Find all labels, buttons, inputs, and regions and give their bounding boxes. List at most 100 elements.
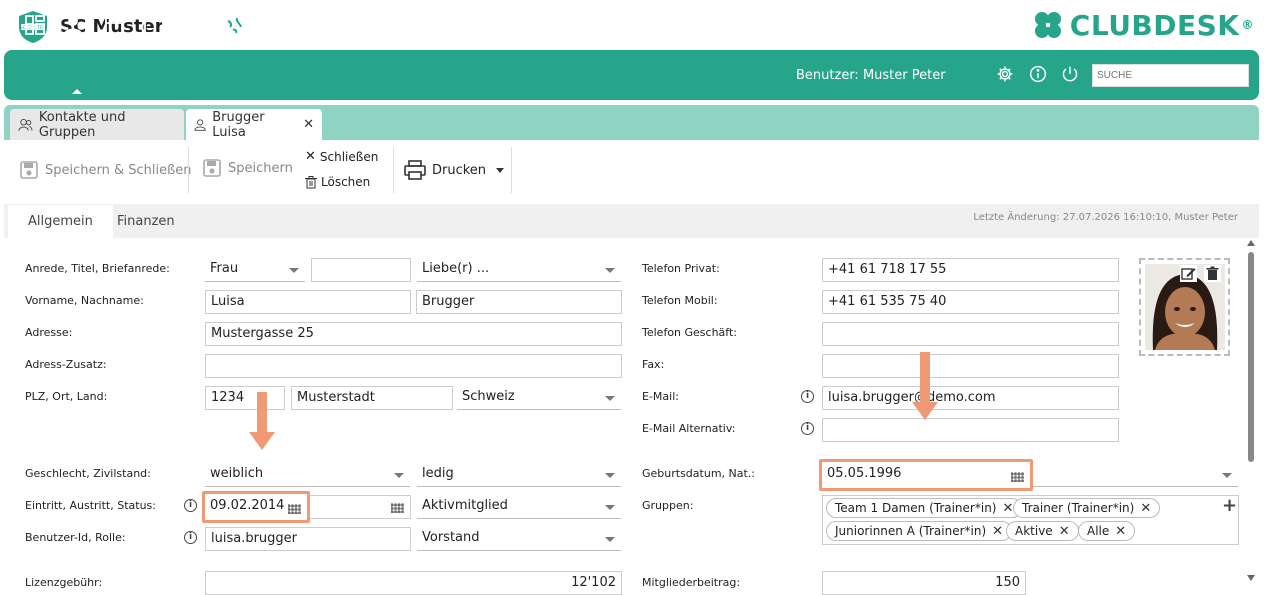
vorname-input[interactable]: Luisa <box>205 290 411 314</box>
trash-icon[interactable] <box>1204 265 1221 282</box>
clover-icon <box>1034 12 1061 38</box>
globe-icon[interactable] <box>223 14 245 36</box>
close-button[interactable]: ✕ Schließen <box>305 149 378 164</box>
eintritt-value: 09.02.2014 <box>210 498 285 513</box>
search-input[interactable] <box>1092 64 1249 87</box>
zusatz-label: Adress-Zusatz: <box>25 358 107 371</box>
email-alt-input[interactable] <box>822 418 1119 442</box>
mitglied-input[interactable]: 150 <box>822 571 1026 595</box>
trash-icon <box>305 175 317 188</box>
mail-icon[interactable] <box>183 14 205 36</box>
plz-input[interactable]: 1234 <box>205 386 285 410</box>
tel-privat-input[interactable]: +41 61 718 17 55 <box>822 258 1119 282</box>
group-chip-label: Team 1 Damen (Trainer*in) <box>835 501 997 515</box>
close-icon[interactable]: ✕ <box>303 117 314 132</box>
chevron-down-icon <box>496 167 505 173</box>
group-chip[interactable]: Aktive ✕ <box>1006 521 1079 541</box>
anrede-select[interactable]: Frau <box>205 258 305 282</box>
info-icon[interactable] <box>1029 65 1047 83</box>
tel-geschaeft-input[interactable] <box>822 322 1119 346</box>
email-label: E-Mail: <box>642 390 679 403</box>
nachname-input[interactable]: Brugger <box>416 290 622 314</box>
tel-privat-label: Telefon Privat: <box>642 262 720 275</box>
status-select[interactable]: Aktivmitglied <box>417 495 621 519</box>
adresse-input[interactable]: Mustergasse 25 <box>205 322 622 346</box>
close-label: Schließen <box>319 149 379 164</box>
remove-chip-icon[interactable]: ✕ <box>1002 501 1013 516</box>
calendar-picker-icon[interactable] <box>1011 472 1024 482</box>
info-icon[interactable]: i <box>184 531 197 544</box>
group-chip[interactable]: Alle ✕ <box>1078 521 1136 541</box>
remove-chip-icon[interactable]: ✕ <box>1059 524 1070 539</box>
add-group-icon[interactable]: + <box>1222 495 1237 516</box>
land-select[interactable]: Schweiz <box>457 386 621 410</box>
calendar-icon[interactable] <box>103 14 125 36</box>
nav-active-indicator <box>72 89 82 94</box>
printer-icon <box>404 160 426 180</box>
save-button[interactable]: Speichern <box>202 158 293 178</box>
mitglied-label: Mitgliederbeitrag: <box>642 576 741 589</box>
email-input[interactable]: luisa.brugger@demo.com <box>822 386 1119 410</box>
tab-brugger-luisa[interactable]: Brugger Luisa ✕ <box>186 109 322 140</box>
dashboard-icon[interactable] <box>24 14 46 36</box>
group-chip-label: Juniorinnen A (Trainer*in) <box>835 524 987 538</box>
group-chip[interactable]: Team 1 Damen (Trainer*in) ✕ <box>826 498 1023 518</box>
save-close-label: Speichern & Schließen <box>45 162 192 178</box>
annotation-arrow <box>920 352 930 404</box>
plz-label: PLZ, Ort, Land: <box>25 390 108 403</box>
power-icon[interactable] <box>1061 65 1079 83</box>
fax-label: Fax: <box>642 358 665 371</box>
group-chip[interactable]: Juniorinnen A (Trainer*in) ✕ <box>826 521 1013 541</box>
lizenz-input[interactable]: 12'102 <box>205 571 622 595</box>
scrollbar-thumb[interactable] <box>1248 252 1254 462</box>
rolle-select[interactable]: Vorstand <box>417 527 621 551</box>
briefanrede-select[interactable]: Liebe(r) ... <box>417 258 621 282</box>
tel-geschaeft-label: Telefon Geschäft: <box>642 326 737 339</box>
ort-input[interactable]: Musterstadt <box>291 386 453 410</box>
geschlecht-select[interactable]: weiblich <box>205 463 410 487</box>
group-chip[interactable]: Trainer (Trainer*in) ✕ <box>1013 498 1161 518</box>
edit-icon[interactable] <box>1180 265 1197 282</box>
benutzer-label: Benutzer-Id, Rolle: <box>25 531 126 544</box>
bank-icon[interactable] <box>260 14 286 36</box>
calendar-picker-icon[interactable] <box>391 503 404 513</box>
delete-button[interactable]: Löschen <box>305 175 370 189</box>
print-button[interactable]: Drucken <box>404 160 505 180</box>
geburtsdatum-value: 05.05.1996 <box>827 466 902 481</box>
clubdesk-logo: CLUBDESK ® <box>1032 8 1254 42</box>
tab-label: Kontakte und Gruppen <box>38 109 126 140</box>
gear-icon[interactable] <box>996 65 1014 83</box>
folder-icon[interactable] <box>143 14 165 36</box>
info-icon[interactable]: i <box>184 499 197 512</box>
calendar-picker-icon[interactable] <box>288 504 301 514</box>
benutzer-input[interactable]: luisa.brugger <box>205 527 411 551</box>
geburt-label: Geburtsdatum, Nat.: <box>642 467 756 480</box>
zivilstand-select[interactable]: ledig <box>417 463 621 487</box>
remove-chip-icon[interactable]: ✕ <box>1140 501 1151 516</box>
info-icon[interactable]: i <box>801 422 814 435</box>
eintritt-label: Eintritt, Austritt, Status: <box>25 499 156 512</box>
info-icon[interactable]: i <box>801 390 814 403</box>
brand-mark: ® <box>1241 18 1254 32</box>
current-user[interactable]: Benutzer: Muster Peter <box>796 68 946 83</box>
people-icon <box>18 118 33 131</box>
fax-input[interactable] <box>822 354 1119 378</box>
eintritt-input[interactable]: 09.02.2014 <box>202 491 310 523</box>
geschlecht-label: Geschlecht, Zivilstand: <box>25 467 151 480</box>
zusatz-input[interactable] <box>205 354 622 378</box>
remove-chip-icon[interactable]: ✕ <box>992 524 1003 539</box>
brand-name: CLUBDESK <box>1069 8 1240 42</box>
titel-input[interactable] <box>311 258 411 282</box>
scroll-up-icon[interactable] <box>1247 240 1255 246</box>
remove-chip-icon[interactable]: ✕ <box>1115 524 1126 539</box>
person-icon[interactable] <box>62 14 84 36</box>
tel-mobil-input[interactable]: +41 61 535 75 40 <box>822 290 1119 314</box>
tab-finanzen[interactable]: Finanzen <box>97 205 195 238</box>
nationalitaet-select[interactable] <box>1033 463 1238 487</box>
email-alt-label: E-Mail Alternativ: <box>642 422 736 435</box>
save-close-button[interactable]: Speichern & Schließen <box>19 160 192 180</box>
gruppen-label: Gruppen: <box>642 499 694 512</box>
geburtsdatum-input[interactable]: 05.05.1996 <box>819 459 1033 491</box>
scroll-down-icon[interactable] <box>1247 575 1255 581</box>
tab-kontakte[interactable]: Kontakte und Gruppen <box>10 109 184 140</box>
